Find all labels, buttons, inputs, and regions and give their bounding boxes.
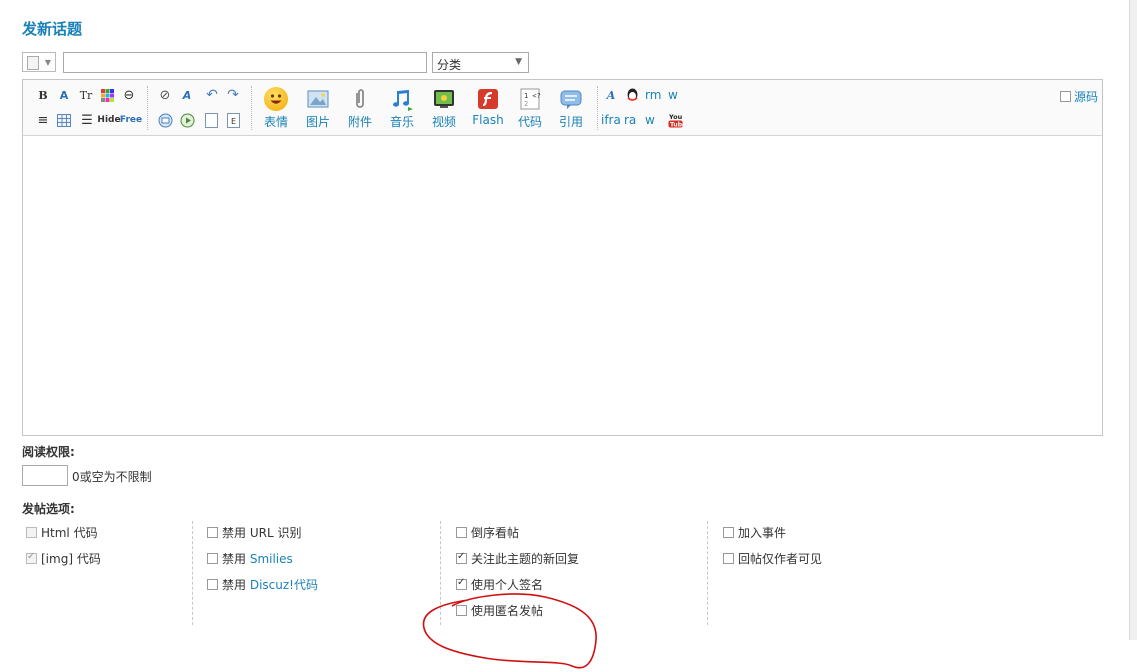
page-scrollbar[interactable]: [1129, 0, 1137, 640]
red-annotation-circle: [422, 593, 597, 669]
